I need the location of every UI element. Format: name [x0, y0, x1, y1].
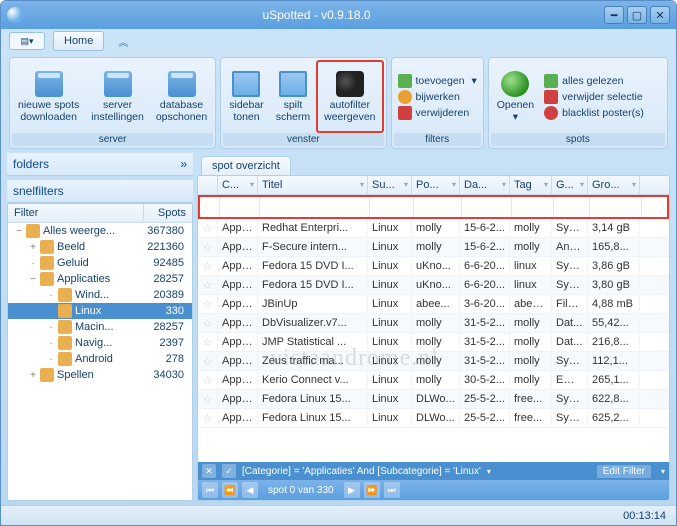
filter-expression-bar: ✕ ✓ [Categorie] = 'Applicaties' And [Sub…	[198, 462, 669, 480]
main-panel: spot overzicht C... Titel Su... Po... Da…	[197, 153, 670, 501]
ribbon-group-server: nieuwe spots downloaden server instellin…	[9, 57, 216, 149]
col-spots[interactable]: Spots	[144, 204, 192, 222]
grid-header: C... Titel Su... Po... Da... Tag G... Gr…	[198, 176, 669, 195]
ribbon-collapse-icon[interactable]: ︽	[112, 30, 134, 53]
col-date[interactable]: Da...	[460, 176, 510, 194]
close-button[interactable]: ✕	[650, 6, 670, 24]
tree-item[interactable]: ·Wind...20389	[8, 287, 192, 303]
split-screen-button[interactable]: spilt scherm	[270, 60, 316, 133]
table-row[interactable]: ☆Appl...Fedora Linux 15...LinuxDLWo...25…	[198, 390, 669, 409]
table-row[interactable]: ☆Appl...JBinUpLinuxabee...3-6-20...abee.…	[198, 295, 669, 314]
delete-selection-button[interactable]: verwijder selectie	[544, 90, 644, 104]
tree-item[interactable]: +Spellen34030	[8, 367, 192, 383]
spot-grid: C... Titel Su... Po... Da... Tag G... Gr…	[197, 175, 670, 501]
ribbon-group-spots: Openen▾ alles gelezen verwijder selectie…	[488, 57, 668, 149]
nav-prevpage-button[interactable]: ⏪	[222, 482, 238, 498]
autofilter-toggle-button[interactable]: autofilter weergeven	[316, 60, 383, 133]
filter-tree: −Alles weerge...367380+Beeld221360·Gelui…	[8, 223, 192, 500]
table-row[interactable]: ☆Appl...Fedora Linux 15...LinuxDLWo...25…	[198, 409, 669, 428]
tree-item[interactable]: ·Linux330	[8, 303, 192, 319]
server-settings-button[interactable]: server instellingen	[85, 60, 150, 133]
tree-item[interactable]: ·Geluid92485	[8, 255, 192, 271]
col-star[interactable]	[198, 176, 218, 194]
nav-next-button[interactable]: ▶	[344, 482, 360, 498]
table-row[interactable]: ☆Appl...Zeus traffic ma...Linuxmolly31-5…	[198, 352, 669, 371]
nav-prev-button[interactable]: ◀	[242, 482, 258, 498]
tree-columns: Filter Spots	[8, 204, 192, 223]
ribbon-group-venster: sidebar tonen spilt scherm autofilter we…	[220, 57, 386, 149]
tree-item[interactable]: ·Macin...28257	[8, 319, 192, 335]
col-poster[interactable]: Po...	[412, 176, 460, 194]
download-spots-button[interactable]: nieuwe spots downloaden	[12, 60, 85, 133]
quick-access-dropdown[interactable]: ▤▾	[9, 32, 45, 50]
col-genre[interactable]: G...	[552, 176, 588, 194]
tree-item[interactable]: −Applicaties28257	[8, 271, 192, 287]
nav-last-button[interactable]: ⏭	[384, 482, 400, 498]
filter-tree-panel: Filter Spots −Alles weerge...367380+Beel…	[7, 203, 193, 501]
filter-expression: [Categorie] = 'Applicaties' And [Subcate…	[242, 466, 481, 477]
sidebar: folders» snelfilters Filter Spots −Alles…	[7, 153, 193, 501]
tab-home[interactable]: Home	[53, 31, 104, 51]
minimize-button[interactable]: ━	[604, 6, 624, 24]
nav-first-button[interactable]: ⏮	[202, 482, 218, 498]
table-row[interactable]: ☆Appl...Kerio Connect v...Linuxmolly30-5…	[198, 371, 669, 390]
app-window: uSpotted - v0.9.18.0 ━ ▢ ✕ ▤▾ Home ︽ nie…	[0, 0, 677, 526]
titlebar: uSpotted - v0.9.18.0 ━ ▢ ✕	[1, 1, 676, 29]
nav-nextpage-button[interactable]: ⏩	[364, 482, 380, 498]
edit-filter-button[interactable]: Edit Filter	[597, 465, 651, 478]
tree-item[interactable]: −Alles weerge...367380	[8, 223, 192, 239]
window-title: uSpotted - v0.9.18.0	[29, 8, 604, 22]
table-row[interactable]: ☆Appl...Fedora 15 DVD I...LinuxuKno...6-…	[198, 257, 669, 276]
filter-add-button[interactable]: toevoegen ▾	[398, 74, 477, 88]
maximize-button[interactable]: ▢	[627, 6, 647, 24]
sidebar-toggle-button[interactable]: sidebar tonen	[223, 60, 269, 133]
tree-item[interactable]: ·Android278	[8, 351, 192, 367]
statusbar: 00:13:14	[1, 505, 676, 525]
snelfilters-header[interactable]: snelfilters	[7, 180, 193, 203]
ribbon: nieuwe spots downloaden server instellin…	[1, 53, 676, 153]
mark-all-read-button[interactable]: alles gelezen	[544, 74, 644, 88]
autofilter-row[interactable]	[198, 195, 669, 219]
table-row[interactable]: ☆Appl...F-Secure intern...Linuxmolly15-6…	[198, 238, 669, 257]
col-filter[interactable]: Filter	[8, 204, 144, 222]
tree-item[interactable]: ·Navig...2397	[8, 335, 192, 351]
clear-filter-button[interactable]: ✕	[202, 464, 216, 478]
folders-header[interactable]: folders»	[7, 153, 193, 176]
grid-rows: ☆Appl...Redhat Enterpri...Linuxmolly15-6…	[198, 219, 669, 462]
col-tag[interactable]: Tag	[510, 176, 552, 194]
table-row[interactable]: ☆Appl...Redhat Enterpri...Linuxmolly15-6…	[198, 219, 669, 238]
table-row[interactable]: ☆Appl...JMP Statistical ...Linuxmolly31-…	[198, 333, 669, 352]
filter-remove-button[interactable]: verwijderen	[398, 106, 477, 120]
tab-spot-overzicht[interactable]: spot overzicht	[201, 156, 291, 175]
table-row[interactable]: ☆Appl...Fedora 15 DVD I...LinuxuKno...6-…	[198, 276, 669, 295]
blacklist-poster-button[interactable]: blacklist poster(s)	[544, 106, 644, 120]
tree-item[interactable]: +Beeld221360	[8, 239, 192, 255]
ribbon-group-filters: toevoegen ▾ bijwerken verwijderen filter…	[391, 57, 484, 149]
col-size[interactable]: Gro...	[588, 176, 640, 194]
database-cleanup-button[interactable]: database opschonen	[150, 60, 213, 133]
col-title[interactable]: Titel	[258, 176, 368, 194]
nav-status: spot 0 van 330	[268, 485, 334, 496]
table-row[interactable]: ☆Appl...DbVisualizer.v7...Linuxmolly31-5…	[198, 314, 669, 333]
col-category[interactable]: C...	[218, 176, 258, 194]
filter-update-button[interactable]: bijwerken	[398, 90, 477, 104]
col-sub[interactable]: Su...	[368, 176, 412, 194]
open-button[interactable]: Openen▾	[491, 60, 540, 133]
app-icon	[7, 7, 23, 23]
status-time: 00:13:14	[623, 510, 666, 522]
menubar: ▤▾ Home ︽	[1, 29, 676, 53]
filter-checkbox[interactable]: ✓	[222, 464, 236, 478]
record-navigator: ⏮ ⏪ ◀ spot 0 van 330 ▶ ⏩ ⏭	[198, 480, 669, 500]
